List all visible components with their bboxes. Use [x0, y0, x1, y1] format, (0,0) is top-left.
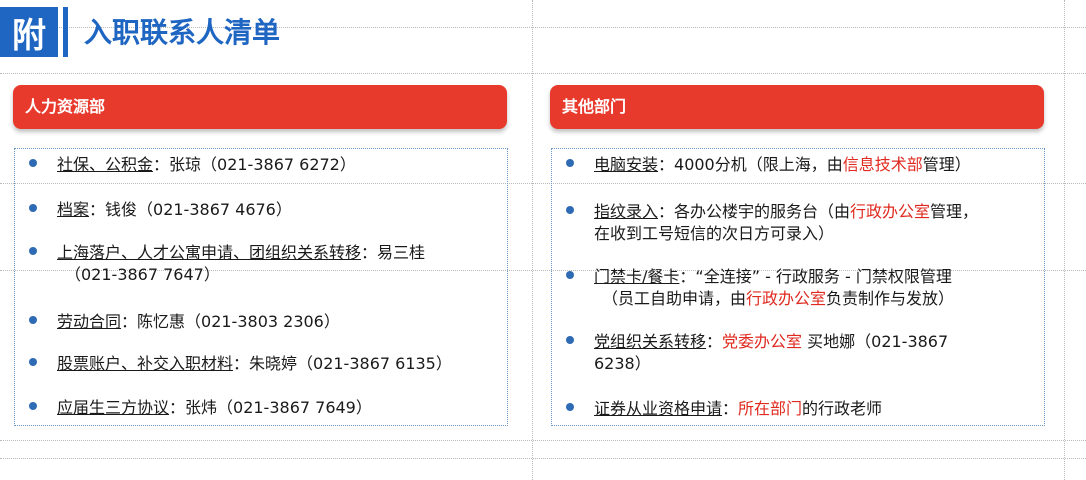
item-phone: （021-3867 7647） [65, 265, 220, 284]
bullet-icon [29, 316, 37, 324]
item-label: 股票账户、补交入职材料 [57, 354, 234, 373]
guide-line [0, 440, 1086, 441]
hr-section-header: 人力资源部 [13, 85, 507, 129]
title-divider [63, 7, 68, 57]
item-contact: ：张琼（021-3867 6272） [153, 155, 356, 174]
item-text: ： [722, 399, 739, 418]
item-dept-highlight: 行政办公室 [850, 202, 931, 221]
item-dept-highlight: 党委办公室 [722, 332, 803, 351]
item-text: 买地娜（021-3867 [802, 332, 949, 351]
item-contact: ：张炜（021-3867 7649） [169, 398, 372, 417]
item-label: 上海落户、人才公寓申请、团组织关系转移 [57, 243, 362, 262]
item-note: 在收到工号短信的次日方可录入） [594, 224, 835, 243]
item-label: 电脑安装 [594, 155, 659, 174]
item-contact: ：朱晓婷（021-3867 6135） [233, 354, 452, 373]
item-contact: ：陈忆惠（021-3803 2306） [121, 312, 340, 331]
bullet-icon [29, 159, 37, 167]
item-label: 档案 [57, 200, 90, 219]
page-title: 入职联系人清单 [84, 16, 281, 49]
item-phone: 6238） [594, 354, 651, 373]
item-text: 的行政老师 [802, 399, 883, 418]
item-label: 社保、公积金 [57, 155, 154, 174]
bullet-icon [566, 206, 574, 214]
bullet-icon [566, 159, 574, 167]
item-dept-highlight: 行政办公室 [746, 289, 827, 308]
item-text: ：“全连接” - 行政服务 - 门禁权限管理 [679, 267, 952, 286]
item-dept-highlight: 所在部门 [738, 399, 803, 418]
item-contact: ：钱俊（021-3867 4676） [89, 200, 292, 219]
item-label: 应届生三方协议 [57, 398, 170, 417]
bullet-icon [566, 403, 574, 411]
item-label: 劳动合同 [57, 312, 122, 331]
item-dept-highlight: 信息技术部 [842, 155, 923, 174]
bullet-icon [29, 204, 37, 212]
item-note: （员工自助申请，由 [602, 289, 747, 308]
guide-line [0, 458, 1086, 459]
bullet-icon [29, 358, 37, 366]
item-label: 指纹录入 [594, 202, 659, 221]
guide-line [532, 0, 533, 480]
other-dept-contact-list: 电脑安装：4000分机（限上海，由信息技术部管理） 指纹录入：各办公楼宇的服务台… [551, 148, 1045, 426]
bullet-icon [566, 336, 574, 344]
item-note: 负责制作与发放） [826, 289, 955, 308]
item-text: ： [706, 332, 723, 351]
bullet-icon [29, 247, 37, 255]
item-text: 管理） [922, 155, 971, 174]
item-label: 门禁卡/餐卡 [594, 267, 680, 286]
item-text: ：4000分机（限上海，由 [658, 155, 843, 174]
hr-contact-list: 社保、公积金：张琼（021-3867 6272） 档案：钱俊（021-3867 … [14, 148, 508, 426]
item-label: 党组织关系转移 [594, 332, 707, 351]
bullet-icon [29, 402, 37, 410]
bullet-icon [566, 271, 574, 279]
item-text: ：各办公楼宇的服务台（由 [658, 202, 851, 221]
other-dept-section-header: 其他部门 [550, 85, 1044, 129]
appendix-badge: 附 [0, 7, 58, 57]
item-label: 证券从业资格申请 [594, 399, 723, 418]
item-contact: ：易三桂 [361, 243, 426, 262]
guide-line [0, 73, 1086, 74]
guide-line [1064, 0, 1065, 480]
item-text: 管理， [930, 202, 979, 221]
